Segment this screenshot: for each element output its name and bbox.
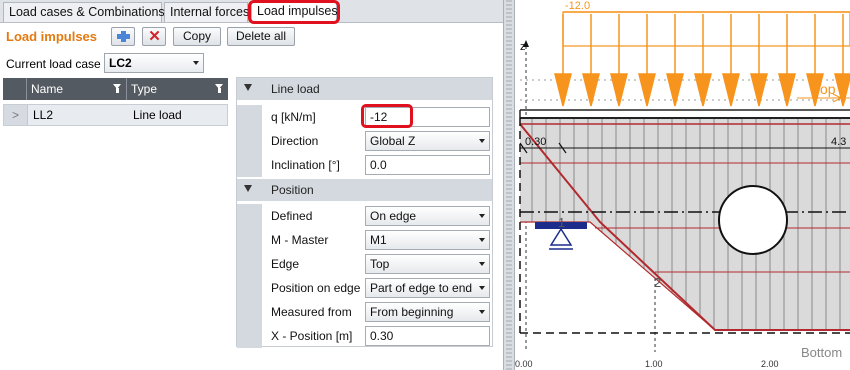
master-value: M1 [370,233,387,247]
defined-label: Defined [271,209,313,223]
delete-button[interactable]: ✕ [142,27,166,46]
header-selector [3,78,27,100]
property-row-defined: Defined On edge [237,204,492,228]
chevron-down-icon [479,262,485,266]
measured-from-value: From beginning [370,305,454,319]
property-row-direction: Direction Global Z [237,129,492,153]
master-select[interactable]: M1 [365,230,490,250]
drawing-canvas[interactable]: -12.0 Top 0.30 4.3 z 1 2 0.00 1.00 2.00 … [515,0,850,370]
filter-icon[interactable] [113,84,122,94]
x-position-label: X - Position [m] [271,329,353,343]
measured-from-label: Measured from [271,305,352,319]
q-label: q [kN/m] [271,110,316,124]
node-2-label: 2 [654,275,661,290]
x-position-input[interactable]: 0.30 [365,326,490,346]
tick-label: 2.00 [761,359,779,369]
tab-load-cases[interactable]: Load cases & Combinations [3,2,165,22]
tick-label: 1.00 [645,359,663,369]
measured-from-select[interactable]: From beginning [365,302,490,322]
edge-select[interactable]: Top [365,254,490,274]
load-value-label: -12.0 [565,0,590,12]
defined-select[interactable]: On edge [365,206,490,226]
application-window: Load cases & Combinations Internal force… [0,0,850,370]
panel-splitter[interactable] [503,0,515,370]
filter-icon[interactable] [215,84,224,94]
column-type-label: Type [131,82,158,96]
top-edge-label: Top [813,81,836,97]
panel-heading: Load impulses [6,29,98,44]
position-on-edge-label: Position on edge [271,281,361,295]
line-load-envelope [562,11,850,47]
delete-x-icon: ✕ [148,28,161,45]
q-input[interactable]: -12 [365,107,490,127]
inclination-input[interactable]: 0.0 [365,155,490,175]
bottom-edge-label: Bottom [801,345,842,360]
property-row-x-position: X - Position [m] 0.30 [237,324,492,348]
current-load-case-label: Current load case [6,57,101,71]
property-row-edge: Edge Top [237,252,492,276]
cell-name: LL2 [33,108,54,122]
chevron-down-icon [479,139,485,143]
chevron-down-icon [479,310,485,314]
defined-value: On edge [370,209,417,223]
plus-icon [117,31,130,42]
property-row-q: q [kN/m] -12 [237,105,492,129]
property-row-master: M - Master M1 [237,228,492,252]
chevron-down-icon [479,238,485,242]
current-load-case-select[interactable]: LC2 [104,53,204,73]
current-load-case-value: LC2 [109,56,132,70]
table-header: Name Type [3,78,228,100]
add-button[interactable] [111,27,135,46]
cell-type: Line load [133,108,182,122]
section-position[interactable]: Position [237,179,492,201]
master-label: M - Master [271,233,329,247]
structure-drawing: -12.0 Top 0.30 4.3 z 1 2 0.00 1.00 2.00 … [515,0,850,369]
direction-label: Direction [271,134,319,148]
collapse-triangle-icon [244,185,252,192]
splitter-grip [506,0,512,370]
direction-value: Global Z [370,134,416,148]
chevron-down-icon [479,286,485,290]
node-1-label: 1 [558,215,565,230]
section-title: Position [271,183,314,197]
collapse-triangle-icon [244,84,252,91]
column-header-name[interactable]: Name [27,78,127,100]
dimension-right-label: 4.3 [831,136,846,148]
chevron-down-icon [479,214,485,218]
load-arrows [554,14,850,107]
position-on-edge-select[interactable]: Part of edge to end [365,278,490,298]
position-on-edge-value: Part of edge to end [370,281,473,295]
inclination-label: Inclination [°] [271,158,340,172]
property-row-position-on-edge: Position on edge Part of edge to end [237,276,492,300]
tab-internal-forces[interactable]: Internal forces [164,2,249,22]
property-row-measured-from: Measured from From beginning [237,300,492,324]
tab-bar: Load cases & Combinations Internal force… [0,0,503,23]
column-header-type[interactable]: Type [127,78,228,100]
direction-select[interactable]: Global Z [365,131,490,151]
support-triangle-icon [549,227,573,246]
properties-panel: Line load q [kN/m] -12 Direction Global … [236,77,493,348]
tab-load-impulses[interactable]: Load impulses [251,1,338,23]
section-line-load[interactable]: Line load [237,78,492,100]
edge-label: Edge [271,257,300,271]
impulses-table: Name Type > LL2 Line load [3,78,228,128]
tick-label: 0.00 [515,359,533,369]
row-chevron-icon: > [4,105,28,125]
edge-value: Top [370,257,390,271]
column-name-label: Name [31,82,64,96]
property-row-inclination: Inclination [°] 0.0 [237,153,492,177]
left-panel: Load cases & Combinations Internal force… [0,0,503,370]
chevron-down-icon [193,61,199,65]
copy-button[interactable]: Copy [173,27,221,46]
section-title: Line load [271,82,320,96]
delete-all-button[interactable]: Delete all [227,27,295,46]
table-row[interactable]: > LL2 Line load [3,104,228,126]
dimension-left-label: 0.30 [525,136,546,148]
